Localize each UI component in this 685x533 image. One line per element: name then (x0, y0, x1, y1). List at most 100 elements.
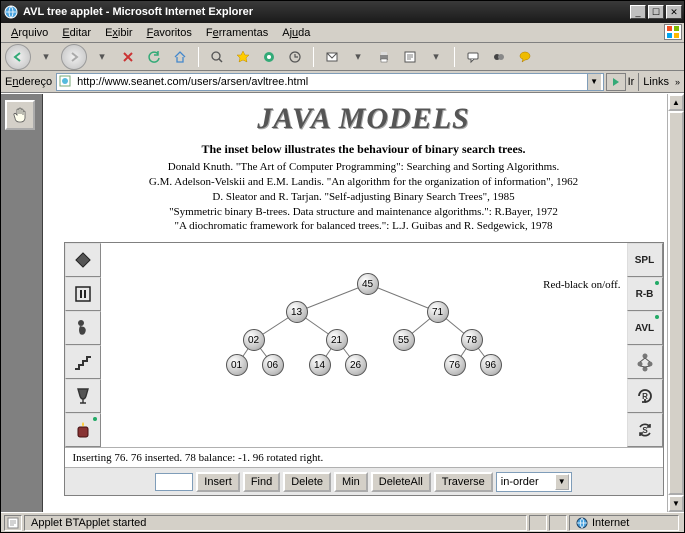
tree-node[interactable]: 76 (444, 354, 466, 376)
discuss-button[interactable] (462, 46, 484, 68)
tree-canvas[interactable]: Red-black on/off. 4513710221557801061426… (101, 243, 627, 447)
refresh-button[interactable] (143, 46, 165, 68)
page-subheading: The inset below illustrates the behaviou… (202, 142, 526, 157)
back-dropdown[interactable]: ▾ (35, 46, 57, 68)
min-button[interactable]: Min (334, 472, 368, 492)
value-input[interactable] (155, 473, 193, 491)
scroll-up-button[interactable]: ▲ (668, 94, 684, 111)
print-button[interactable] (373, 46, 395, 68)
maximize-button[interactable]: ☐ (648, 5, 664, 19)
menu-editar[interactable]: Editar (56, 25, 97, 41)
go-button[interactable] (606, 73, 626, 91)
address-label: Endereço (5, 76, 52, 88)
research-button[interactable] (488, 46, 510, 68)
address-bar: Endereço ▼ Ir Links » (1, 71, 684, 93)
page-icon (59, 75, 73, 89)
links-label[interactable]: Links (638, 73, 673, 91)
diamond-icon[interactable] (65, 243, 101, 277)
media-button[interactable] (258, 46, 280, 68)
menu-ferramentas[interactable]: Ferramentas (200, 25, 274, 41)
titlebar: AVL tree applet - Microsoft Internet Exp… (1, 1, 684, 23)
stairs-icon[interactable] (65, 345, 101, 379)
traverse-button[interactable]: Traverse (434, 472, 493, 492)
left-tool-column (65, 243, 101, 447)
address-dropdown[interactable]: ▼ (587, 74, 601, 90)
mail-dropdown[interactable]: ▾ (347, 46, 369, 68)
tree-icon[interactable] (627, 345, 663, 379)
tree-node[interactable]: 26 (345, 354, 367, 376)
tree-node[interactable]: 02 (243, 329, 265, 351)
pause-icon[interactable] (65, 277, 101, 311)
applet-icon (4, 515, 22, 531)
links-chevron-icon[interactable]: » (675, 77, 680, 87)
find-button[interactable]: Find (243, 472, 280, 492)
edit-dropdown[interactable]: ▾ (425, 46, 447, 68)
status-cell (549, 515, 567, 531)
content-area: JAVA MODELS The inset below illustrates … (1, 93, 684, 512)
candle-icon[interactable] (65, 413, 101, 447)
forward-button[interactable] (61, 44, 87, 70)
back-button[interactable] (5, 44, 31, 70)
applet-controls: Insert Find Delete Min DeleteAll Travers… (65, 467, 663, 495)
edit-button[interactable] (399, 46, 421, 68)
mail-button[interactable] (321, 46, 343, 68)
delete-button[interactable]: Delete (283, 472, 331, 492)
spl-button[interactable]: SPL (627, 243, 663, 277)
stop-button[interactable] (117, 46, 139, 68)
thinker-icon[interactable] (65, 311, 101, 345)
rb-button[interactable]: R-B (627, 277, 663, 311)
globe-icon (576, 517, 588, 529)
ref-line: Donald Knuth. "The Art of Computer Progr… (149, 160, 578, 175)
messenger-button[interactable] (514, 46, 536, 68)
separator (454, 47, 455, 67)
order-select-value: in-order (501, 476, 539, 488)
separator (198, 47, 199, 67)
tree-node[interactable]: 55 (393, 329, 415, 351)
favorites-button[interactable] (232, 46, 254, 68)
browser-window: AVL tree applet - Microsoft Internet Exp… (0, 0, 685, 533)
cycle-icon[interactable]: S (627, 413, 663, 447)
menu-arquivo[interactable]: Arquivo (5, 25, 54, 41)
page-references: Donald Knuth. "The Art of Computer Progr… (149, 160, 578, 234)
right-tool-column: SPL R-B AVL R S (627, 243, 663, 447)
menu-ajuda[interactable]: Ajuda (276, 25, 316, 41)
tree-node[interactable]: 78 (461, 329, 483, 351)
home-button[interactable] (169, 46, 191, 68)
status-text: Applet BTApplet started (24, 515, 527, 531)
minimize-button[interactable]: _ (630, 5, 646, 19)
browser-statusbar: Applet BTApplet started Internet (1, 512, 684, 532)
tree-node[interactable]: 01 (226, 354, 248, 376)
menu-favoritos[interactable]: Favoritos (141, 25, 198, 41)
history-button[interactable] (284, 46, 306, 68)
close-button[interactable]: ✕ (666, 5, 682, 19)
applet-panel: Red-black on/off. 4513710221557801061426… (64, 242, 664, 496)
tree-node[interactable]: 21 (326, 329, 348, 351)
search-button[interactable] (206, 46, 228, 68)
ref-line: G.M. Adelson-Velskii and E.M. Landis. "A… (149, 175, 578, 190)
scroll-thumb[interactable] (668, 111, 684, 495)
tree-node[interactable]: 13 (286, 301, 308, 323)
hand-tool-button[interactable] (5, 100, 35, 130)
tree-node[interactable]: 96 (480, 354, 502, 376)
separator (313, 47, 314, 67)
forward-dropdown[interactable]: ▾ (91, 46, 113, 68)
tree-node[interactable]: 45 (357, 273, 379, 295)
applet-stage: Red-black on/off. 4513710221557801061426… (65, 243, 663, 447)
tree-node[interactable]: 06 (262, 354, 284, 376)
menubar: Arquivo Editar Exibir Favoritos Ferramen… (1, 23, 684, 43)
vertical-scrollbar[interactable]: ▲ ▼ (667, 94, 684, 512)
scroll-down-button[interactable]: ▼ (668, 495, 684, 512)
menu-exibir[interactable]: Exibir (99, 25, 139, 41)
insert-button[interactable]: Insert (196, 472, 240, 492)
ie-throbber-icon (664, 24, 682, 40)
avl-button[interactable]: AVL (627, 311, 663, 345)
goblet-icon[interactable] (65, 379, 101, 413)
tree-node[interactable]: 71 (427, 301, 449, 323)
url-input[interactable] (75, 75, 586, 89)
deleteall-button[interactable]: DeleteAll (371, 472, 431, 492)
address-field[interactable]: ▼ (56, 73, 603, 91)
window-title: AVL tree applet - Microsoft Internet Exp… (23, 6, 630, 18)
order-select[interactable]: in-order ▼ (496, 472, 572, 492)
rotate-icon[interactable]: R (627, 379, 663, 413)
tree-node[interactable]: 14 (309, 354, 331, 376)
